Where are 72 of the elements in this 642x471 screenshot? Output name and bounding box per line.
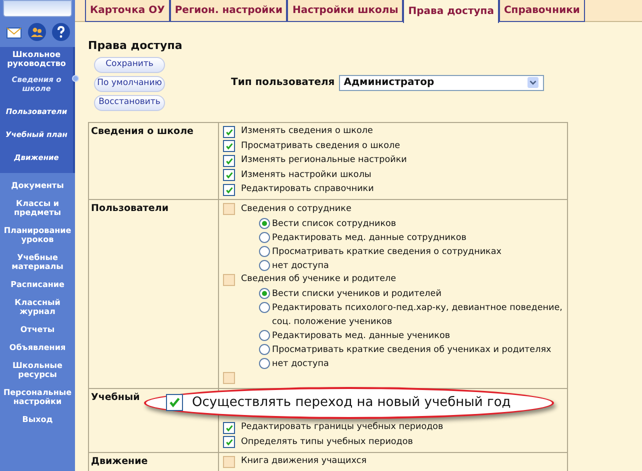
sidebar-link[interactable]: Школьные ресурсы	[2, 361, 74, 379]
permission-label: Редактировать границы учебных периодов	[241, 421, 444, 434]
option-label: Вести список сотрудников	[272, 218, 396, 230]
user-type-dropdown[interactable]: Администратор	[338, 74, 544, 90]
permission-label: Определять типы учебных периодов	[241, 436, 413, 449]
sidebar-link[interactable]: Документы	[2, 181, 74, 190]
tab[interactable]: Права доступа	[403, 0, 499, 23]
people-icon[interactable]	[28, 23, 46, 41]
radio-button[interactable]	[259, 218, 270, 228]
radio-button[interactable]	[259, 260, 270, 270]
option-label: Просматривать краткие сведения об учениках и родителях	[272, 344, 552, 357]
tab[interactable]: Регион. настройки	[170, 0, 288, 22]
checkbox[interactable]	[223, 184, 235, 196]
page-title: Права доступа	[88, 38, 184, 54]
callout-text: Осуществлять переход на новый учебный год	[192, 395, 511, 410]
option-label: Вести списки учеников и родителей	[272, 288, 442, 301]
checkbox[interactable]	[223, 372, 235, 384]
tab[interactable]: Карточка ОУ	[85, 0, 170, 22]
section-title: Школьное руководство	[6, 50, 66, 68]
radio-button[interactable]	[259, 288, 270, 299]
logo	[3, 0, 72, 17]
checkbox[interactable]	[223, 456, 235, 468]
group-label: Учебный	[91, 392, 140, 402]
radio-button[interactable]	[259, 330, 270, 341]
help-icon[interactable]	[52, 23, 70, 41]
option-label: Редактировать психолого-пед.хар-ку, девиантное поведение, соц. положение учеников	[272, 302, 563, 329]
checkbox[interactable]	[166, 394, 183, 411]
permission-label: Сведения о сотруднике	[241, 202, 352, 216]
action-button[interactable]: Сохранить	[94, 56, 165, 72]
radio-button[interactable]	[259, 344, 270, 355]
field-label: Тип пользователя	[231, 76, 335, 90]
checkbox[interactable]	[223, 436, 235, 448]
checkbox[interactable]	[223, 154, 235, 167]
option-label: Редактировать мед. данные учеников	[272, 330, 450, 343]
checkbox[interactable]	[223, 140, 235, 152]
option-label: нет доступа	[272, 358, 329, 371]
sidebar-link[interactable]: Учебные материалы	[2, 253, 74, 271]
group-label: Движение	[91, 456, 148, 466]
action-button[interactable]: Восстановить	[94, 94, 165, 110]
checkbox[interactable]	[223, 274, 235, 286]
checkbox[interactable]	[223, 422, 235, 434]
checkbox[interactable]	[223, 126, 235, 138]
permission-label: Просматривать сведения о школе	[241, 140, 400, 153]
permission-label: Изменять региональные настройки	[241, 154, 407, 168]
action-button[interactable]: По умолчанию	[94, 76, 165, 92]
permission-label: Редактировать справочники	[241, 183, 374, 196]
sidebar-link[interactable]: Выход	[2, 415, 74, 424]
chevron-down-icon	[526, 77, 539, 88]
option-label: нет доступа	[272, 260, 329, 272]
group-label: Пользователи	[91, 203, 168, 214]
sidebar-link[interactable]: Объявления	[2, 343, 74, 352]
sidebar-link[interactable]: Расписание	[2, 280, 74, 289]
permission-label: Книга движения учащихся	[241, 455, 367, 468]
checkbox[interactable]	[223, 169, 235, 182]
option-label: Просматривать краткие сведения о сотрудниках	[272, 246, 502, 258]
sidebar-link[interactable]: Персональные настройки	[2, 388, 74, 406]
permission-label: Изменять сведения о школе	[241, 125, 373, 138]
group-label: Сведения о школе	[91, 126, 194, 136]
sidebar-link[interactable]: Отчеты	[2, 325, 74, 334]
sidebar-link[interactable]: Классный журнал	[2, 298, 74, 316]
option-label: Редактировать мед. данные сотрудников	[272, 232, 466, 244]
radio-button[interactable]	[259, 302, 270, 313]
radio-button[interactable]	[259, 246, 270, 256]
sidebar-link[interactable]: Классы и предметы	[2, 199, 74, 217]
tab[interactable]: Настройки школы	[287, 0, 404, 22]
tab[interactable]: Справочники	[498, 0, 585, 22]
radio-button[interactable]	[259, 358, 270, 369]
sidebar-link[interactable]: Планирование уроков	[2, 226, 74, 244]
permission-label: Сведения об ученике и родителе	[241, 273, 396, 286]
radio-button[interactable]	[259, 232, 270, 242]
checkbox[interactable]	[223, 203, 235, 216]
permission-label: Изменять настройки школы	[241, 168, 372, 182]
